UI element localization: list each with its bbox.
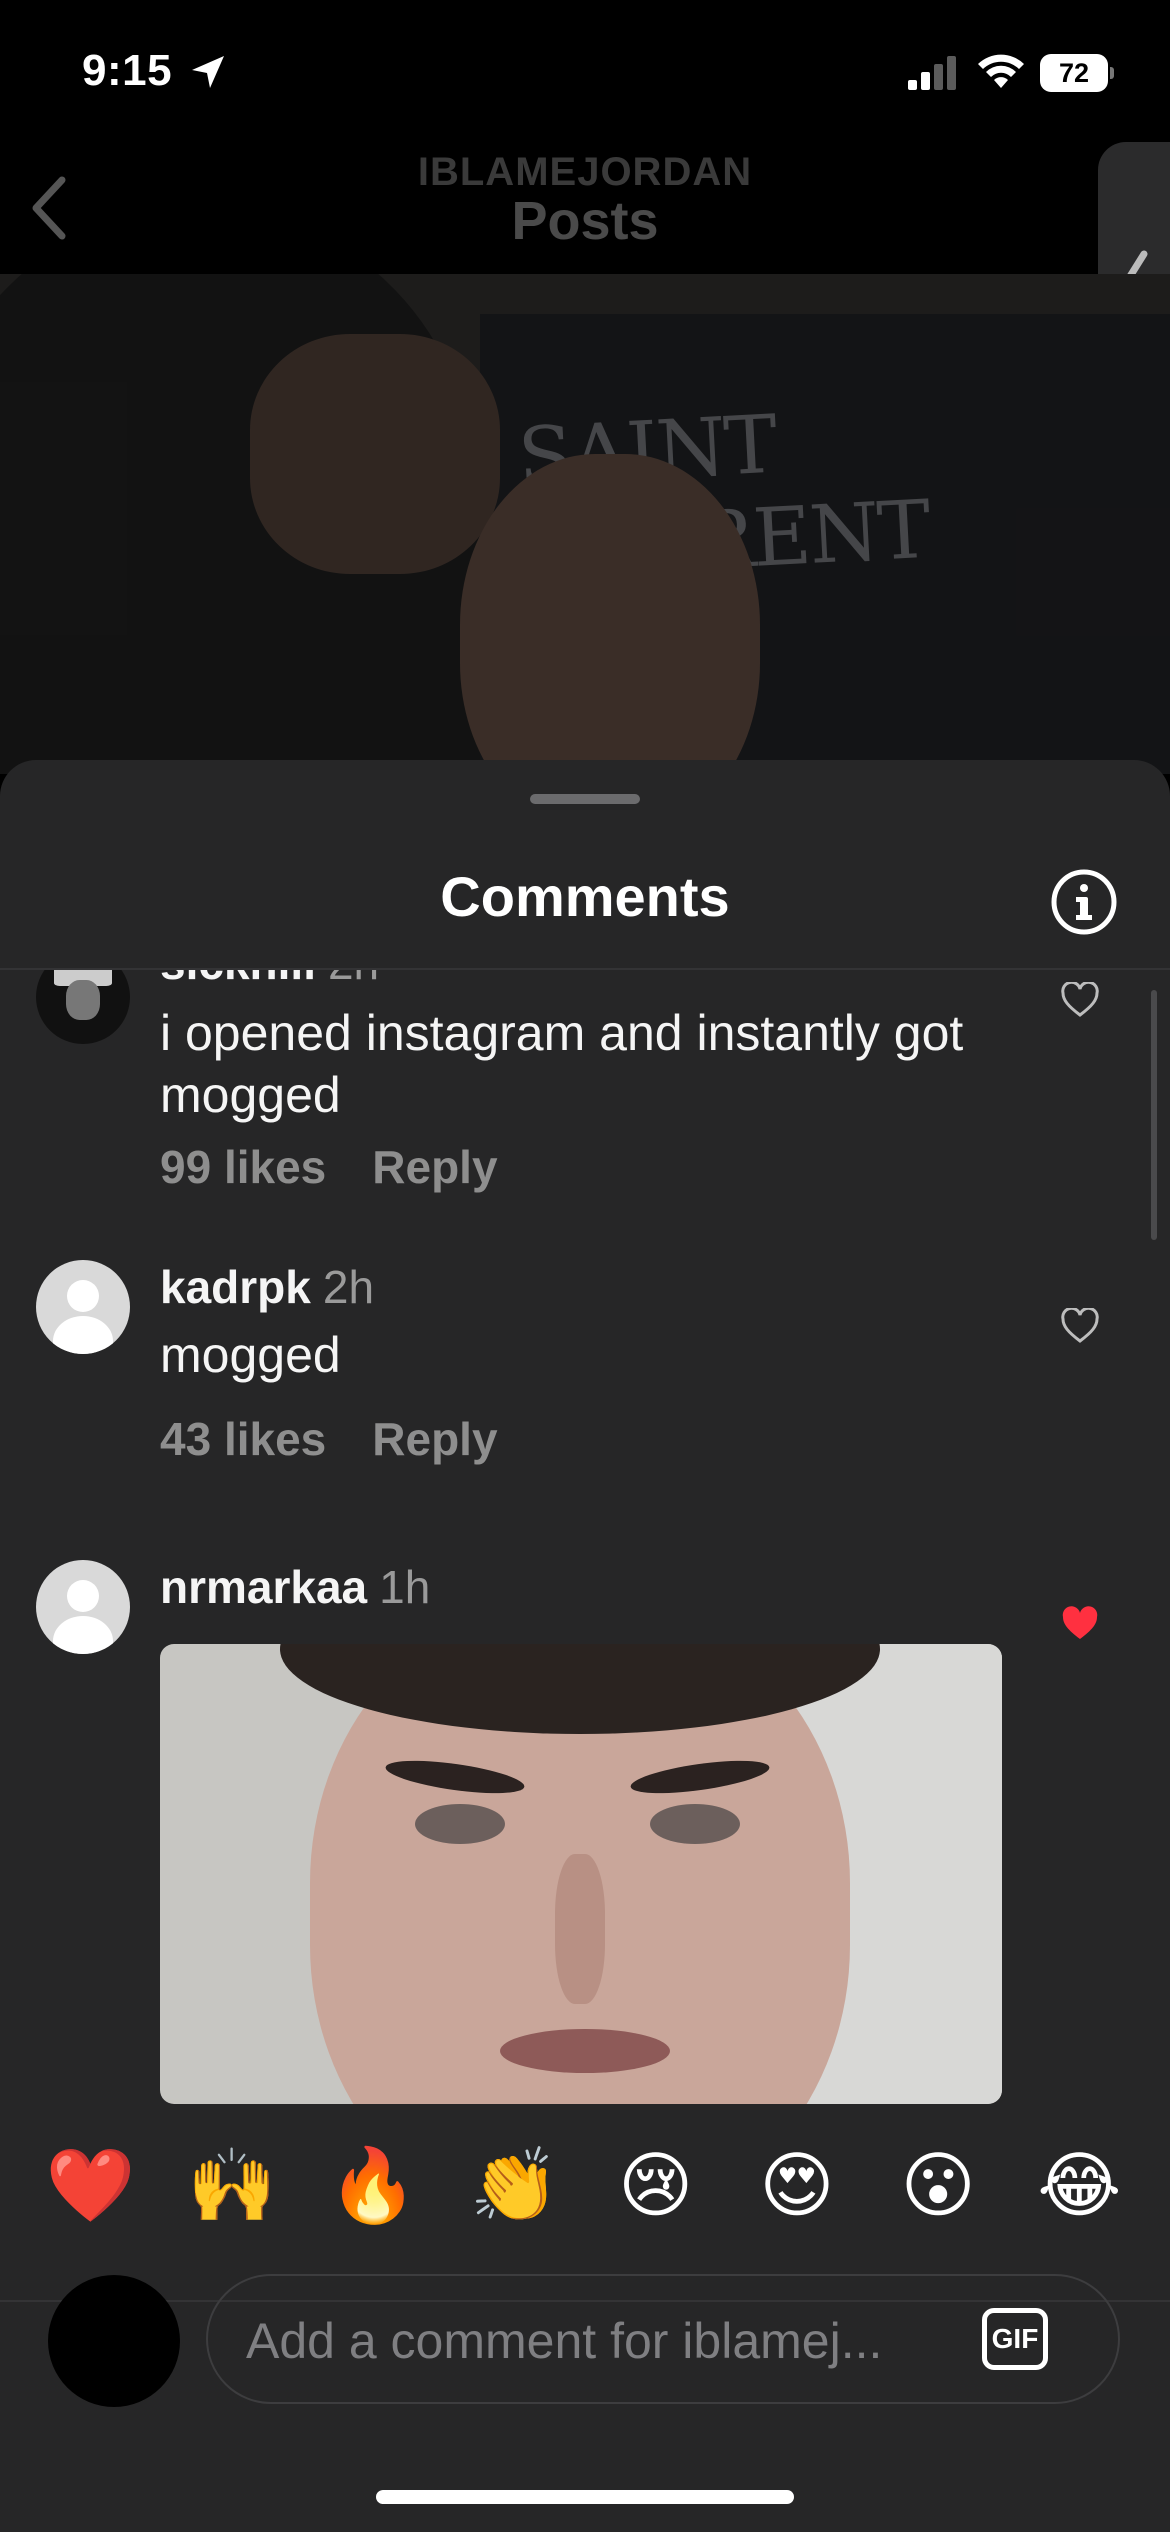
comment-time: 1h <box>379 1561 431 1613</box>
gif-nose <box>555 1854 605 2004</box>
status-bar: 9:15 72 <box>0 0 1170 140</box>
gif-eye-right <box>650 1804 740 1844</box>
sheet-grabber[interactable] <box>530 794 640 804</box>
comment-input[interactable] <box>246 2306 946 2376</box>
comment-avatar[interactable] <box>36 970 130 1044</box>
post-image-dim-overlay <box>0 274 1170 774</box>
reply-button[interactable]: Reply <box>372 1141 497 1193</box>
avatar-placeholder-head <box>67 1580 99 1612</box>
comment-username-text: nrmarkaa <box>160 1561 368 1613</box>
reaction-heart[interactable]: ❤️ <box>41 2135 141 2235</box>
reaction-clap[interactable]: 👏 <box>464 2135 564 2235</box>
status-time: 9:15 <box>82 46 173 95</box>
location-arrow-icon <box>192 56 224 88</box>
home-indicator[interactable] <box>376 2490 794 2504</box>
battery-icon: 72 <box>1040 54 1114 92</box>
comment-avatar[interactable] <box>36 1260 130 1354</box>
comments-list[interactable]: slckhill 2h i opened instagram and instan… <box>0 970 1170 2300</box>
reaction-heart-eyes[interactable]: 😍 <box>747 2135 847 2235</box>
quick-reactions-bar: ❤️ 🙌 🔥 👏 😢 😍 😮 😂 <box>0 2135 1170 2235</box>
comment-likes[interactable]: 99 likes <box>160 1141 326 1193</box>
heart-outline-icon[interactable] <box>1060 1308 1100 1344</box>
composer-avatar <box>48 2275 180 2407</box>
comment-time: 2h <box>322 1261 375 1313</box>
comments-sheet: Comments slckhill 2h i opened instagram a… <box>0 760 1170 2532</box>
comment-meta: 99 likes Reply <box>160 1140 498 1194</box>
comment-gif-attachment[interactable] <box>160 1644 1002 2104</box>
comment-username-text: slckhill <box>160 970 316 989</box>
sheet-title: Comments <box>440 865 730 928</box>
heart-filled-icon[interactable] <box>1060 1606 1100 1642</box>
comment-username[interactable]: nrmarkaa 1h <box>160 1560 430 1614</box>
comment-username[interactable]: kadrpk 2h <box>160 1260 374 1314</box>
header-title: Posts <box>511 191 659 251</box>
comment-meta: 43 likes Reply <box>160 1412 498 1466</box>
gif-button[interactable]: GIF <box>982 2308 1048 2370</box>
battery-level: 72 <box>1040 54 1108 92</box>
comment-avatar[interactable] <box>36 1560 130 1654</box>
avatar-art-bottom <box>66 980 100 1020</box>
info-icon[interactable] <box>1050 868 1118 936</box>
wifi-icon <box>978 54 1024 88</box>
post-header: IBLAMEJORDAN Posts <box>0 140 1170 274</box>
post-image: SAINT LAURENT <box>0 274 1170 774</box>
header-account: IBLAMEJORDAN <box>417 150 753 194</box>
reaction-crying[interactable]: 😢 <box>606 2135 706 2235</box>
heart-outline-icon[interactable] <box>1060 982 1100 1018</box>
avatar-placeholder-body <box>53 1316 113 1354</box>
gif-eye-left <box>415 1804 505 1844</box>
reply-button[interactable]: Reply <box>372 1413 497 1465</box>
comment-username-text: kadrpk <box>160 1261 311 1313</box>
comment-time: 2h <box>328 970 379 989</box>
comment-text: i opened instagram and instantly got mog… <box>160 1005 964 1123</box>
cellular-signal-icon <box>908 56 956 90</box>
avatar-placeholder-head <box>67 1280 99 1312</box>
scrollbar[interactable] <box>1151 990 1157 1240</box>
avatar-placeholder-body <box>53 1616 113 1654</box>
comment-composer: GIF <box>206 2274 1120 2404</box>
comment-text: mogged <box>160 1327 341 1383</box>
gif-mouth <box>500 2029 670 2073</box>
reaction-surprised[interactable]: 😮 <box>888 2135 988 2235</box>
reaction-fire[interactable]: 🔥 <box>323 2135 423 2235</box>
battery-tip <box>1110 67 1114 79</box>
reaction-laughing[interactable]: 😂 <box>1029 2135 1129 2235</box>
comment-username[interactable]: slckhill 2h <box>160 970 379 990</box>
reaction-raised-hands[interactable]: 🙌 <box>182 2135 282 2235</box>
comment-likes[interactable]: 43 likes <box>160 1413 326 1465</box>
